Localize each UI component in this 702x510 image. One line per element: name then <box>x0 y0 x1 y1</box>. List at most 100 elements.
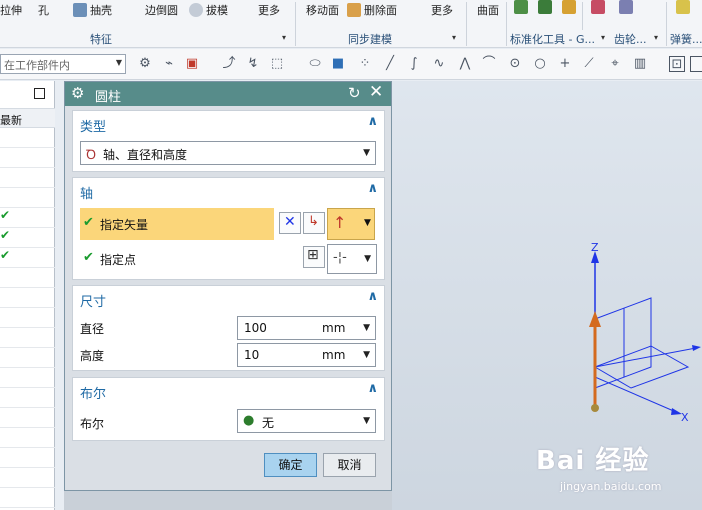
solid-body-icon[interactable]: ■ <box>330 56 346 72</box>
gear-expand-icon[interactable]: ▾ <box>654 33 658 42</box>
intersection-icon[interactable]: ⌖ <box>607 56 623 72</box>
ok-button[interactable]: 确定 <box>264 453 317 477</box>
draft-button[interactable]: 拔模 <box>189 2 228 18</box>
vector-dialog-button[interactable]: ↳ <box>303 212 325 234</box>
group-spring-label: 弹簧... <box>670 33 702 46</box>
dimension-section: 尺寸 ∧ 直径 100 mm ▼ 高度 10 mm ▼ <box>72 285 385 371</box>
navigator-row[interactable] <box>0 468 55 488</box>
hole-button[interactable]: 孔 <box>38 2 49 18</box>
fit-view-icon[interactable]: ⊡ <box>669 56 685 72</box>
extrude-button[interactable]: 拉伸 <box>0 2 22 18</box>
more-label: 更多 <box>258 4 280 17</box>
navigator-column-header[interactable]: 最新 <box>0 108 55 128</box>
body-select-icon[interactable]: ⬭ <box>307 56 323 72</box>
edge-blend-button[interactable]: 边倒圆 <box>145 2 178 18</box>
point-dialog-button[interactable]: ⊞ <box>303 246 325 268</box>
standard-tool-icon[interactable] <box>562 0 576 14</box>
reverse-direction-button[interactable]: ✕ <box>279 212 301 234</box>
snap-icon[interactable]: ⚙ <box>137 56 153 72</box>
grid-icon[interactable]: ▥ <box>632 56 648 72</box>
navigator-row[interactable] <box>0 188 55 208</box>
height-field[interactable]: 10 mm ▼ <box>237 343 376 367</box>
polyline-icon[interactable]: ⋀ <box>457 56 473 72</box>
navigator-row[interactable]: ✔ <box>0 228 55 248</box>
navigator-row[interactable] <box>0 268 55 288</box>
select-feature-icon[interactable]: ▣ <box>184 56 200 72</box>
arc-icon[interactable]: ⌒ <box>481 56 497 72</box>
filter-icon[interactable]: ⌁ <box>161 56 177 72</box>
y-axis-line <box>594 347 697 368</box>
dimension-section-header[interactable]: 尺寸 ∧ <box>73 286 384 311</box>
navigator-row[interactable] <box>0 428 55 448</box>
standard-tool-icon[interactable] <box>538 0 552 14</box>
navigator-row[interactable] <box>0 308 55 328</box>
shell-button[interactable]: 抽壳 <box>73 2 112 18</box>
surface-button[interactable]: 曲面 <box>477 2 499 18</box>
reverse-direction-icon: ✕ <box>284 214 296 230</box>
more-feature-button[interactable]: 更多 <box>258 2 280 18</box>
tangent-line-icon[interactable]: ⟋ <box>581 56 597 72</box>
boolean-value: 无 <box>262 416 275 430</box>
cross-icon[interactable]: + <box>557 56 573 72</box>
standard-expand-icon[interactable]: ▾ <box>601 33 605 42</box>
navigator-row[interactable] <box>0 288 55 308</box>
reset-icon[interactable]: ↻ <box>348 84 361 102</box>
point-pattern-icon[interactable]: ⁘ <box>357 56 373 72</box>
navigator-row[interactable] <box>0 348 55 368</box>
navigator-row[interactable] <box>0 388 55 408</box>
rectangle-select-icon[interactable]: ⬚ <box>269 56 285 72</box>
close-icon[interactable]: ✕ <box>369 82 383 102</box>
selection-scope-dropdown[interactable]: 在工作部件内 ▼ <box>0 54 126 74</box>
navigator-row[interactable] <box>0 128 55 148</box>
diameter-field[interactable]: 100 mm ▼ <box>237 316 376 340</box>
standard-tool-icon[interactable] <box>591 0 605 14</box>
navigator-row[interactable] <box>0 148 55 168</box>
navigator-row[interactable] <box>0 448 55 468</box>
axis-section-label: 轴 <box>80 187 94 202</box>
axis-section-header[interactable]: 轴 ∧ <box>73 178 384 203</box>
cancel-button[interactable]: 取消 <box>323 453 376 477</box>
view-icon[interactable] <box>690 56 702 72</box>
point-type-dropdown[interactable]: -¦- ▼ <box>327 244 377 274</box>
vector-type-dropdown[interactable]: ↑ ▼ <box>327 208 375 240</box>
type-dropdown[interactable]: Ꝺ 轴、直径和高度 ▼ <box>80 141 376 165</box>
circle-icon[interactable]: ○ <box>532 56 548 72</box>
gear-icon[interactable]: ⚙ <box>71 84 84 102</box>
gear-tool-icon[interactable] <box>619 0 633 14</box>
type-value: 轴、直径和高度 <box>103 148 188 162</box>
maximize-icon[interactable] <box>34 88 45 99</box>
extrude-label: 拉伸 <box>0 4 22 17</box>
vector-dialog-icon: ↳ <box>308 214 319 229</box>
navigator-row[interactable] <box>0 368 55 388</box>
delete-face-button[interactable]: 删除面 <box>347 2 397 18</box>
spline-icon[interactable]: ∿ <box>431 56 447 72</box>
boolean-dropdown[interactable]: ● 无 ▼ <box>237 409 376 433</box>
standard-tool-icon[interactable] <box>514 0 528 14</box>
dialog-footer-strip <box>64 491 392 510</box>
face-rule-icon[interactable]: ↯ <box>245 56 261 72</box>
spring-tool-icon[interactable] <box>676 0 690 14</box>
feature-expand-icon[interactable]: ▾ <box>282 33 286 42</box>
specify-vector-row[interactable]: ✔ 指定矢量 <box>80 208 274 240</box>
curve-icon[interactable]: ∫ <box>406 56 422 72</box>
move-face-button[interactable]: 移动面 <box>306 2 339 18</box>
navigator-row[interactable] <box>0 168 55 188</box>
navigator-row[interactable] <box>0 408 55 428</box>
navigator-row[interactable] <box>0 488 55 508</box>
boolean-section-header[interactable]: 布尔 ∧ <box>73 378 384 403</box>
watermark-logo: Bai 经验 <box>536 446 650 476</box>
curve-rule-icon[interactable]: ⤴ <box>221 56 237 72</box>
navigator-row[interactable]: ✔ <box>0 208 55 228</box>
boolean-field-label: 布尔 <box>80 417 105 431</box>
line-icon[interactable]: ╱ <box>382 56 398 72</box>
sync-expand-icon[interactable]: ▾ <box>452 33 456 42</box>
circle-center-icon[interactable]: ⊙ <box>507 56 523 72</box>
check-icon: ✔ <box>83 215 94 230</box>
origin-point <box>591 404 599 412</box>
type-section-header[interactable]: 类型 ∧ <box>73 111 384 136</box>
navigator-row[interactable] <box>0 328 55 348</box>
more-sync-button[interactable]: 更多 <box>431 2 453 18</box>
delete-face-label: 删除面 <box>364 4 397 17</box>
navigator-row[interactable]: ✔ <box>0 248 55 268</box>
vector-up-icon: ↑ <box>333 213 347 232</box>
